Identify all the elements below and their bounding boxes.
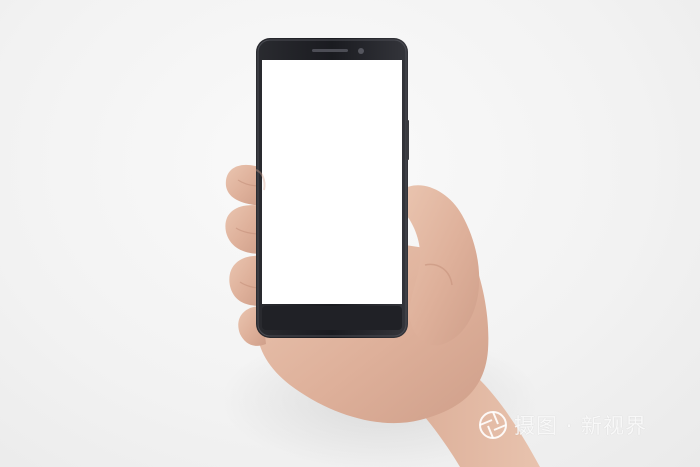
- watermark-text: 摄图 · 新视界: [514, 414, 648, 438]
- camera-aperture-icon: [479, 411, 507, 439]
- hand-holding-phone-photo: [220, 38, 540, 467]
- earpiece-icon: [312, 49, 348, 52]
- watermark: 摄图 · 新视界: [478, 408, 688, 442]
- front-camera-icon: [358, 48, 364, 54]
- bottom-bezel: [262, 306, 402, 330]
- side-button: [406, 120, 409, 160]
- photo-scene: 摄图 · 新视界: [0, 0, 700, 467]
- smartphone: [256, 38, 409, 338]
- phone-screen: [262, 60, 402, 304]
